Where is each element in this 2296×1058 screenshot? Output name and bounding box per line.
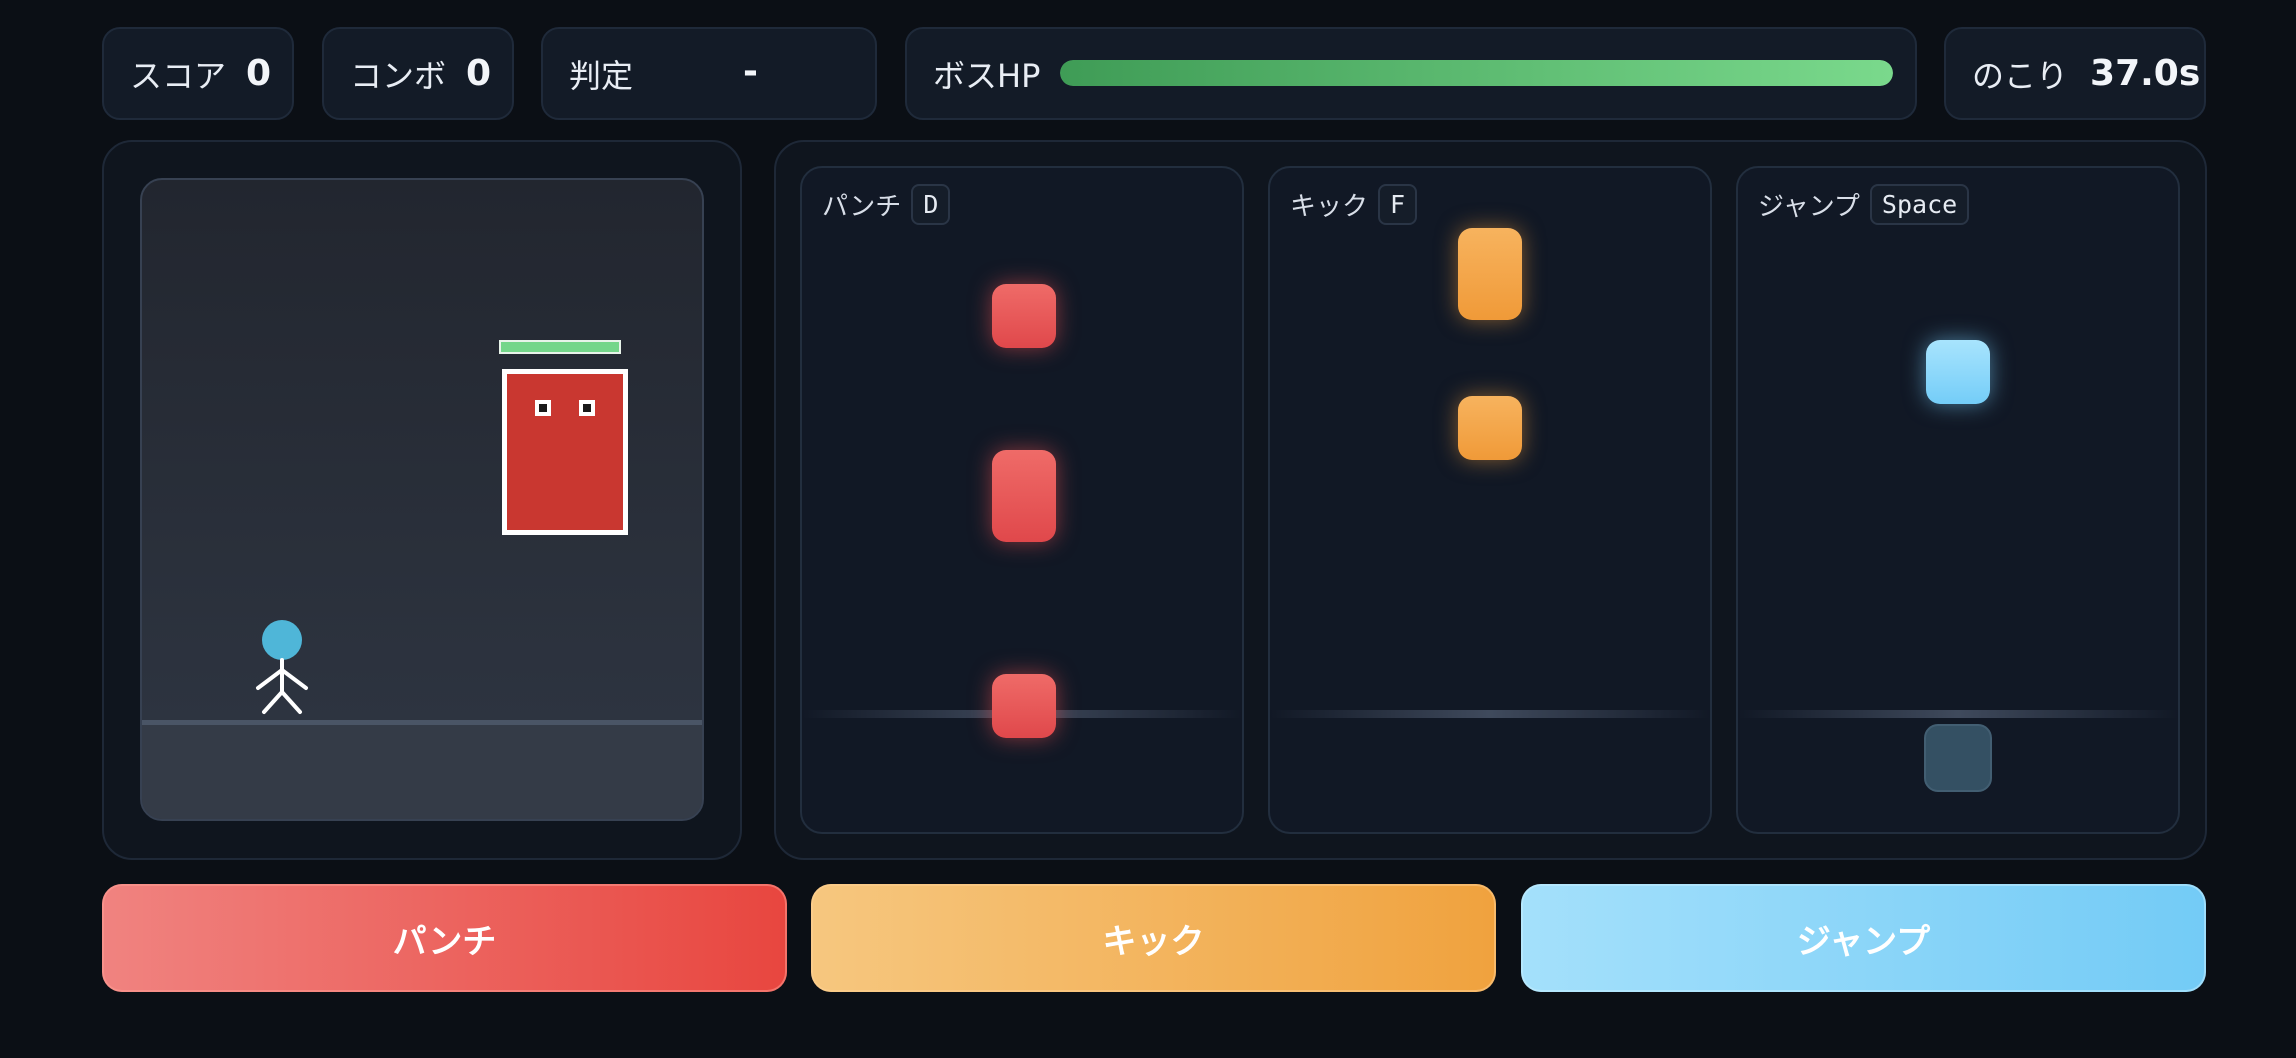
player-left-arm <box>256 668 284 690</box>
boss-sprite <box>502 369 628 535</box>
punch-hold-note <box>992 450 1056 542</box>
jump-note <box>1926 340 1990 404</box>
boss-right-eye <box>579 400 595 416</box>
punch-button[interactable]: パンチ <box>102 884 787 992</box>
lane-jump: ジャンプ Space <box>1736 166 2180 834</box>
combo-label: コンボ <box>350 56 447 95</box>
score-card: スコア 0 <box>102 27 294 120</box>
player-stick-figure <box>256 620 308 714</box>
ground-line <box>142 720 702 725</box>
boss-hp-bar <box>1060 60 1893 86</box>
time-label: のこり <box>1972 56 2069 95</box>
combo-card: コンボ 0 <box>322 27 514 120</box>
player-right-arm <box>280 668 308 690</box>
time-card: のこり 37.0s <box>1944 27 2206 120</box>
boss-hp-label: ボスHP <box>933 56 1041 95</box>
punch-note <box>992 284 1056 348</box>
kick-hold-note <box>1458 228 1522 320</box>
player-head <box>262 620 302 660</box>
kick-note <box>1458 396 1522 460</box>
lanes-panel: パンチ D キック F ジャンプ Space <box>774 140 2207 860</box>
judge-card: 判定 - <box>541 27 877 120</box>
lane-kick: キック F <box>1268 166 1712 834</box>
lane-jump-key: Space <box>1869 184 1970 225</box>
hit-line <box>1270 710 1710 718</box>
judge-value: - <box>743 51 758 92</box>
kick-button[interactable]: キック <box>811 884 1496 992</box>
ground <box>142 725 702 819</box>
punch-note <box>992 674 1056 738</box>
lane-punch-key: D <box>911 184 951 225</box>
battle-stage <box>140 178 704 821</box>
boss-hp-fill <box>1060 60 1893 86</box>
score-value: 0 <box>246 53 272 94</box>
jump-hit-marker <box>1924 724 1992 792</box>
combo-value: 0 <box>466 53 492 94</box>
stage-panel <box>102 140 742 860</box>
player-right-leg <box>280 690 302 714</box>
score-label: スコア <box>130 56 227 95</box>
judge-label: 判定 <box>569 56 634 95</box>
boss-hp-card: ボスHP <box>905 27 1917 120</box>
player-left-leg <box>262 690 284 714</box>
lane-punch-label: パンチ <box>822 192 902 222</box>
lane-jump-label: ジャンプ <box>1758 192 1860 222</box>
lane-kick-label: キック <box>1290 192 1369 222</box>
lane-kick-key: F <box>1378 184 1418 225</box>
hit-line <box>1738 710 2178 718</box>
boss-mini-hp-bar <box>499 340 621 354</box>
lane-punch: パンチ D <box>800 166 1244 834</box>
boss-left-eye <box>535 400 551 416</box>
time-value: 37.0s <box>2090 53 2201 94</box>
jump-button[interactable]: ジャンプ <box>1521 884 2206 992</box>
